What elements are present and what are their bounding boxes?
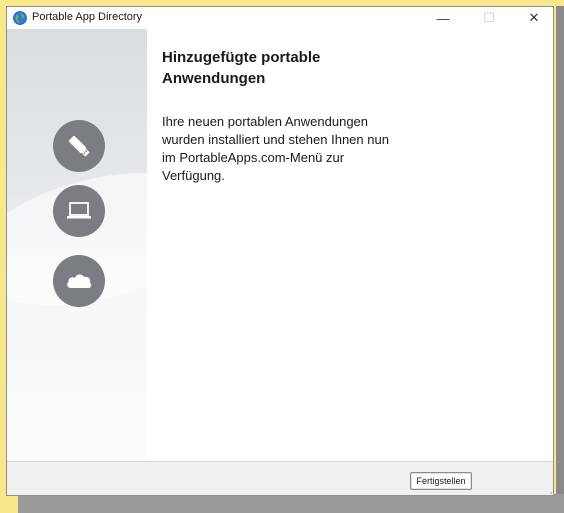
wizard-sidebar bbox=[7, 29, 147, 461]
close-icon: ✕ bbox=[528, 10, 540, 25]
maximize-icon: ☐ bbox=[483, 10, 495, 25]
globe-app-icon bbox=[13, 11, 27, 25]
resize-grip-icon[interactable] bbox=[543, 485, 553, 497]
cloud-icon bbox=[53, 255, 105, 307]
page-heading: Hinzugefügte portable Anwendungen bbox=[162, 49, 321, 87]
minimize-icon: — bbox=[436, 10, 450, 26]
minimize-button[interactable]: — bbox=[421, 7, 465, 29]
desktop-shadow-right bbox=[556, 6, 564, 496]
window-title: Portable App Directory bbox=[32, 11, 143, 23]
usb-drive-icon bbox=[53, 120, 105, 172]
title-bar[interactable]: Portable App Directory — ☐ ✕ bbox=[7, 7, 553, 29]
laptop-icon bbox=[53, 185, 105, 237]
close-button[interactable]: ✕ bbox=[512, 7, 556, 29]
page-description: Ihre neuen portablen Anwendungen wurden … bbox=[162, 114, 389, 183]
desktop-shadow-bottom bbox=[18, 494, 564, 513]
finish-button[interactable]: Fertigstellen bbox=[410, 472, 472, 490]
wizard-footer: Fertigstellen bbox=[7, 461, 553, 497]
maximize-button[interactable]: ☐ bbox=[467, 7, 511, 29]
installer-window: Portable App Directory — ☐ ✕ Hinzugefügt… bbox=[6, 6, 554, 497]
